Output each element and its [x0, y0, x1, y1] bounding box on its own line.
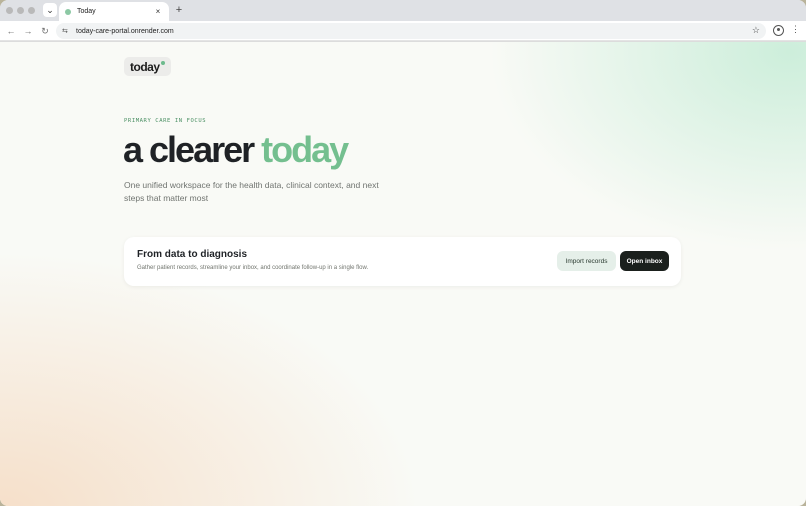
card-description: Gather patient records, streamline your … — [137, 265, 369, 271]
logo[interactable]: today — [124, 57, 171, 76]
profile-icon[interactable] — [773, 25, 784, 36]
hero-subhead: One unified workspace for the health dat… — [124, 180, 379, 203]
window-close-button[interactable] — [6, 7, 13, 14]
cta-card: From data to diagnosis Gather patient re… — [124, 237, 681, 286]
import-records-button[interactable]: Import records — [557, 251, 616, 271]
site-info-icon[interactable]: ⇆ — [62, 27, 70, 35]
back-icon[interactable]: ← — [4, 24, 18, 38]
reload-icon[interactable]: ↻ — [38, 24, 52, 38]
tab-today[interactable]: Today × — [59, 2, 169, 21]
url-text[interactable]: today-care-portal.onrender.com — [76, 28, 766, 35]
hero-headline: a clearer today — [123, 129, 349, 171]
page-content: today PRIMARY CARE IN FOCUS a clearer to… — [0, 42, 806, 506]
tab-strip: ⌄ Today × + — [0, 0, 806, 21]
new-tab-button[interactable]: + — [173, 4, 185, 16]
headline-main: a clearer — [123, 129, 255, 170]
logo-text: today — [130, 59, 160, 74]
browser-window: ⌄ Today × + ← → ↻ ⇆ today-care-portal.on… — [0, 0, 806, 506]
favicon-icon — [65, 8, 71, 15]
address-bar[interactable]: ⇆ today-care-portal.onrender.com ☆ — [56, 23, 766, 39]
open-inbox-button[interactable]: Open inbox — [620, 251, 669, 271]
forward-icon[interactable]: → — [21, 24, 35, 38]
browser-menu-icon[interactable]: ⋮ — [791, 24, 800, 35]
browser-toolbar: ← → ↻ ⇆ today-care-portal.onrender.com ☆… — [0, 21, 806, 41]
tab-search-icon[interactable]: ⌄ — [43, 3, 57, 17]
window-minimize-button[interactable] — [17, 7, 24, 14]
headline-accent: today — [261, 129, 349, 170]
card-title: From data to diagnosis — [137, 249, 248, 260]
eyebrow-label: PRIMARY CARE IN FOCUS — [124, 118, 207, 124]
logo-dot-icon — [160, 61, 165, 65]
bookmark-star-icon[interactable]: ☆ — [752, 25, 760, 36]
window-maximize-button[interactable] — [28, 7, 35, 14]
tab-title: Today — [77, 8, 96, 15]
tab-close-icon[interactable]: × — [153, 7, 163, 16]
